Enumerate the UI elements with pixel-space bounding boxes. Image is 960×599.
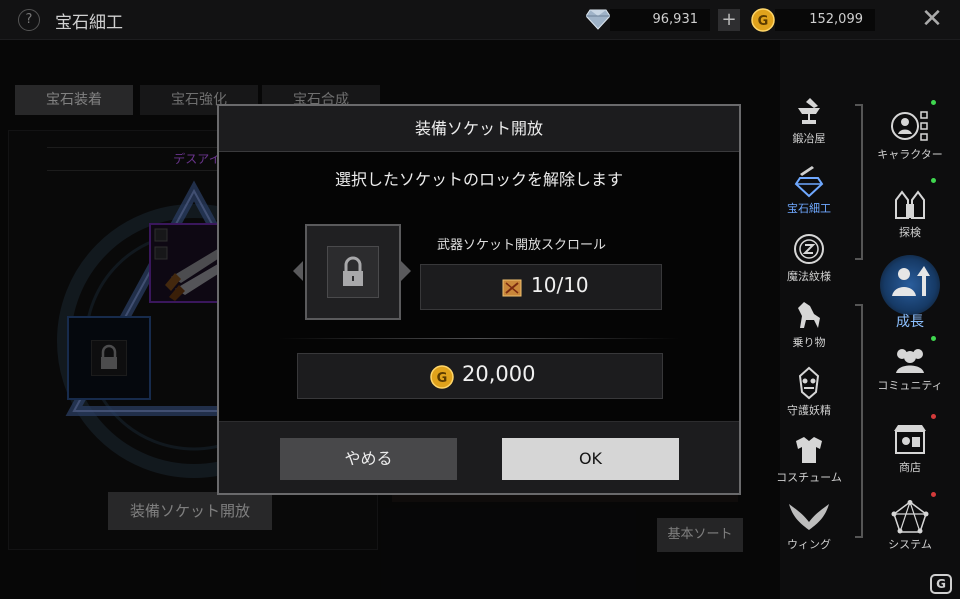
dialog-message: 選択したソケットのロックを解除します (334, 170, 623, 189)
sidebar-item-label: 宝石細工 (787, 202, 831, 215)
sidebar-item-label: コミュニティ (877, 379, 943, 392)
top-bar: ? 宝石細工 96,931 + G 152,099 ✕ (0, 0, 960, 40)
sidebar-item-system[interactable]: システム (867, 500, 953, 552)
lock-icon (343, 256, 363, 286)
sidebar-item-gemcraft[interactable]: 宝石細工 (769, 164, 849, 216)
system-icon (891, 500, 929, 534)
locked-socket-preview (305, 224, 401, 320)
shop-icon (894, 425, 926, 454)
sidebar-item-blacksmith[interactable]: 鍛冶屋 (769, 96, 849, 146)
sidebar-item-label: システム (888, 538, 932, 551)
scroll-name: 武器ソケット開放スクロール (437, 238, 607, 253)
sidebar-item-wing[interactable]: ウィング (769, 500, 849, 552)
sidebar-item-label: 成長 (896, 314, 924, 330)
community-icon (896, 349, 924, 373)
sidebar-item-label: 乗り物 (792, 336, 826, 349)
sidebar-bracket-top (855, 104, 863, 260)
scroll-count-box: 10/10 (420, 264, 662, 310)
scroll-count: 10/10 (531, 273, 589, 297)
sidebar-item-label: ウィング (787, 538, 831, 551)
sidebar-item-label: 鍛冶屋 (792, 132, 826, 145)
watermark-logo: G (930, 574, 952, 594)
notification-dot (931, 414, 936, 419)
wings-icon (789, 504, 829, 530)
notification-dot (931, 178, 936, 183)
frame-arrow-right (401, 261, 411, 281)
sidebar-item-label: キャラクター (877, 148, 943, 161)
gold-balance: 152,099 (775, 9, 875, 31)
gold-coin-icon: G (430, 365, 454, 389)
sidebar-bracket-bottom (855, 304, 863, 538)
sidebar-item-label: コスチューム (776, 471, 842, 484)
gold-coin-icon: G (751, 8, 775, 32)
fairy-icon (798, 366, 820, 400)
sidebar-item-community[interactable]: コミュニティ (867, 345, 953, 393)
svg-text:G: G (758, 14, 769, 29)
sidebar-item-guardian-fairy[interactable]: 守護妖精 (769, 366, 849, 418)
armor-icon (796, 437, 822, 463)
anvil-icon (798, 98, 820, 124)
sidebar-item-mount[interactable]: 乗り物 (769, 298, 849, 350)
sidebar-item-explore[interactable]: 探検 (867, 186, 953, 240)
svg-text:G: G (437, 371, 448, 386)
cost-value: 20,000 (462, 362, 536, 386)
sidebar-item-label: 探検 (899, 226, 921, 239)
sidebar-item-growth[interactable] (867, 262, 953, 302)
ok-button[interactable]: OK (502, 438, 679, 480)
page-title: 宝石細工 (55, 13, 123, 33)
cancel-button[interactable]: やめる (280, 438, 457, 480)
divider (279, 338, 679, 339)
growth-icon (892, 266, 930, 296)
open-socket-dialog: 装備ソケット開放 選択したソケットのロックを解除します 武器ソケット開放スクロー… (217, 104, 741, 495)
diamond-balance: 96,931 (610, 9, 710, 31)
sidebar-item-character[interactable]: キャラクター (867, 108, 953, 162)
dialog-title: 装備ソケット開放 (219, 106, 739, 152)
notification-dot (931, 100, 936, 105)
close-button[interactable]: ✕ (918, 6, 946, 34)
dialog-footer: やめる OK (219, 421, 739, 493)
sidebar-item-label: 商店 (899, 461, 921, 474)
add-diamond-button[interactable]: + (718, 9, 740, 31)
horse-icon (798, 302, 820, 328)
help-button[interactable]: ? (18, 9, 40, 31)
sidebar-item-label: 守護妖精 (787, 404, 831, 417)
diamond-icon (586, 9, 610, 30)
character-icon (891, 111, 928, 141)
rune-icon (794, 234, 824, 264)
explore-icon (895, 190, 925, 219)
scroll-icon (502, 279, 522, 297)
notification-dot (931, 336, 936, 341)
cost-box: G 20,000 (297, 353, 663, 399)
sidebar-item-shop[interactable]: 商店 (867, 423, 953, 475)
frame-arrow-left (293, 261, 303, 281)
sidebar-item-magic-pattern[interactable]: 魔法紋様 (769, 232, 849, 284)
gem-icon (794, 166, 824, 198)
sidebar-item-costume[interactable]: コスチューム (769, 433, 849, 485)
sidebar-item-label: 魔法紋様 (787, 270, 831, 283)
notification-dot (931, 492, 936, 497)
